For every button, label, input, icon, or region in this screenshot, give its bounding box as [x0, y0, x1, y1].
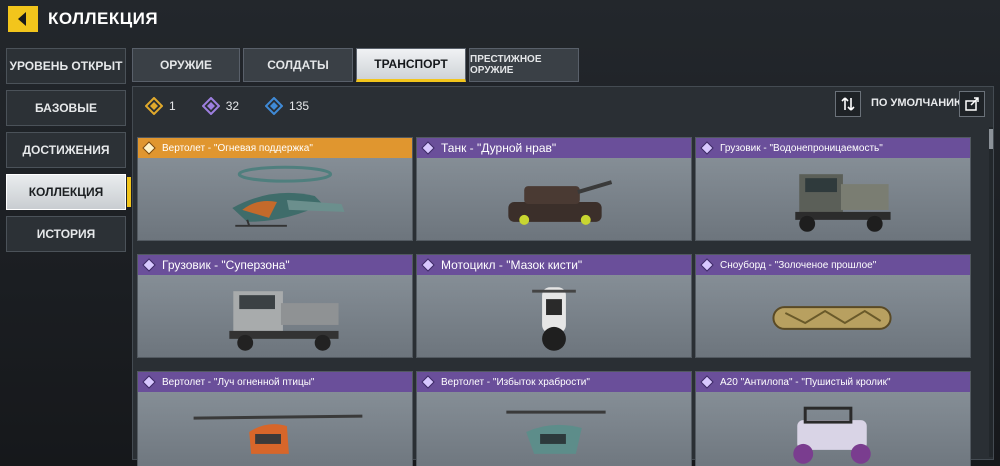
card-title: Вертолет - "Избыток храбрости": [441, 376, 590, 388]
card-header: Танк - "Дурной нрав": [417, 138, 691, 158]
vehicle-card[interactable]: Танк - "Дурной нрав": [416, 137, 692, 241]
epic-diamond-icon: [142, 375, 156, 389]
card-title: Танк - "Дурной нрав": [441, 141, 557, 155]
card-header: Мотоцикл - "Мазок кисти": [417, 255, 691, 275]
card-title: Сноуборд - "Золоченое прошлое": [720, 259, 877, 271]
helicopter-icon: [232, 165, 345, 227]
snowboard-icon: [772, 306, 892, 330]
rare-count: 135: [289, 99, 310, 113]
vehicle-card[interactable]: Грузовик - "Водонепроницаемость": [695, 137, 971, 241]
buggy-icon: [793, 406, 871, 464]
rare-counter: 135: [265, 95, 309, 117]
card-title: Вертолет - "Луч огненной птицы": [162, 376, 315, 388]
epic-diamond-icon: [700, 258, 714, 272]
sidebar-item-history[interactable]: ИСТОРИЯ: [6, 216, 126, 252]
scrollbar-thumb[interactable]: [989, 129, 993, 149]
tab-prestige-weapons[interactable]: ПРЕСТИЖНОЕ ОРУЖИЕ: [469, 48, 579, 82]
top-bar: КОЛЛЕКЦИЯ: [0, 0, 1000, 40]
vehicle-card[interactable]: Сноуборд - "Золоченое прошлое": [695, 254, 971, 358]
sidebar-item-achievements[interactable]: ДОСТИЖЕНИЯ: [6, 132, 126, 168]
motorcycle-icon: [532, 287, 576, 351]
legendary-diamond-icon: [142, 141, 156, 155]
rarity-counters: 1 32 135: [145, 95, 335, 117]
chevron-left-icon: [18, 12, 26, 26]
sidebar-item-level-unlocked[interactable]: УРОВЕНЬ ОТКРЫТ: [6, 48, 126, 84]
truck-icon: [795, 174, 891, 232]
card-header: Вертолет - "Луч огненной птицы": [138, 372, 412, 392]
epic-diamond-icon: [421, 258, 435, 272]
tab-soldiers[interactable]: СОЛДАТЫ: [243, 48, 353, 82]
tab-vehicles[interactable]: ТРАНСПОРТ: [356, 48, 466, 82]
epic-diamond-icon: [421, 375, 435, 389]
tab-weapons[interactable]: ОРУЖИЕ: [132, 48, 240, 82]
card-title: Грузовик - "Водонепроницаемость": [720, 142, 883, 154]
card-header: Сноуборд - "Золоченое прошлое": [696, 255, 970, 275]
card-title: A20 "Антилопа" - "Пушистый кролик": [720, 376, 891, 388]
share-icon: [965, 97, 979, 111]
back-button[interactable]: [8, 6, 38, 32]
legendary-diamond-icon: [145, 97, 163, 115]
sort-button[interactable]: [835, 91, 861, 117]
epic-counter: 32: [201, 95, 240, 117]
legendary-counter: 1: [145, 95, 176, 117]
rare-diamond-icon: [265, 97, 284, 115]
epic-diamond-icon: [421, 141, 435, 155]
tank-icon: [508, 180, 613, 225]
sort-arrows-icon: [841, 97, 855, 111]
page-title: КОЛЛЕКЦИЯ: [48, 9, 159, 28]
truck-icon: [229, 291, 339, 351]
helicopter-icon: [193, 414, 363, 454]
share-button[interactable]: [959, 91, 985, 117]
collection-scrollbar[interactable]: [989, 127, 993, 457]
card-title: Мотоцикл - "Мазок кисти": [441, 258, 583, 272]
card-header: Вертолет - "Избыток храбрости": [417, 372, 691, 392]
collection-panel: 1 32 135 ПО УМОЛЧАНИЮ Вертолет - "Огнева…: [132, 86, 994, 466]
vehicle-card[interactable]: Вертолет - "Избыток храбрости": [416, 371, 692, 466]
vehicle-card[interactable]: Вертолет - "Луч огненной птицы": [137, 371, 413, 466]
vehicle-card[interactable]: A20 "Антилопа" - "Пушистый кролик": [695, 371, 971, 466]
vehicle-card[interactable]: Грузовик - "Суперзона": [137, 254, 413, 358]
legendary-count: 1: [169, 99, 176, 113]
card-header: Вертолет - "Огневая поддержка": [138, 138, 412, 158]
vehicle-card[interactable]: Мотоцикл - "Мазок кисти": [416, 254, 692, 358]
sort-label[interactable]: ПО УМОЛЧАНИЮ: [871, 97, 965, 109]
helicopter-icon: [506, 410, 606, 454]
epic-diamond-icon: [142, 258, 156, 272]
epic-count: 32: [225, 99, 240, 113]
vehicle-card[interactable]: Вертолет - "Огневая поддержка": [137, 137, 413, 241]
card-header: Грузовик - "Водонепроницаемость": [696, 138, 970, 158]
card-header: Грузовик - "Суперзона": [138, 255, 412, 275]
card-header: A20 "Антилопа" - "Пушистый кролик": [696, 372, 970, 392]
sidebar-item-basic[interactable]: БАЗОВЫЕ: [6, 90, 126, 126]
epic-diamond-icon: [700, 141, 714, 155]
card-title: Грузовик - "Суперзона": [162, 258, 290, 272]
epic-diamond-icon: [201, 97, 220, 115]
epic-diamond-icon: [700, 375, 714, 389]
card-title: Вертолет - "Огневая поддержка": [162, 142, 313, 154]
sidebar-item-collection[interactable]: КОЛЛЕКЦИЯ: [6, 174, 131, 210]
